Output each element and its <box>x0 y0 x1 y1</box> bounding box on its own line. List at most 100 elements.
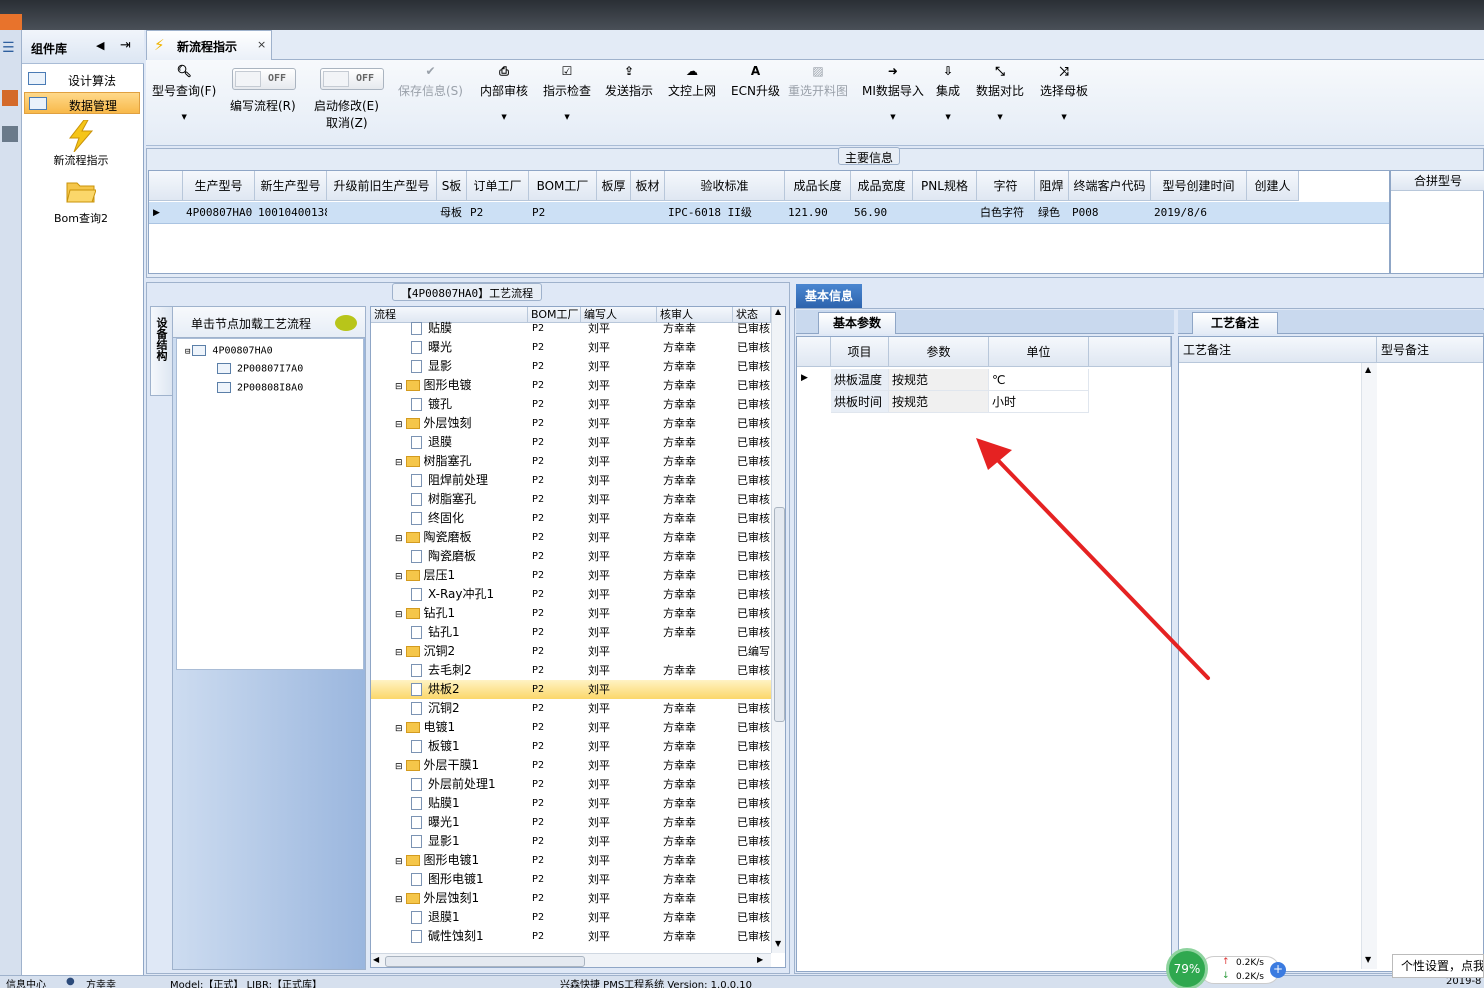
collapse-icon[interactable]: ⊟ <box>395 762 403 772</box>
col-header[interactable]: 成品长度 <box>785 171 851 201</box>
col-header[interactable]: 阻焊 <box>1035 171 1069 201</box>
table-row[interactable]: ⊟ 树脂塞孔 P2 刘平 方幸幸 已审核 <box>371 452 771 471</box>
col-header[interactable]: 终端客户代码 <box>1069 171 1151 201</box>
table-row[interactable]: 贴膜1 P2 刘平 方幸幸 已审核 <box>371 794 771 813</box>
table-row[interactable]: 外层前处理1 P2 刘平 方幸幸 已审核 <box>371 775 771 794</box>
collapse-icon[interactable]: ⊟ <box>395 534 403 544</box>
col-header[interactable]: 字符 <box>977 171 1035 201</box>
send-instruction-button[interactable]: ⇪ 发送指示 <box>605 64 653 99</box>
param-value-cell[interactable]: 按规范 <box>889 369 989 391</box>
integrate-button[interactable]: ⇩ 集成 ▼ <box>936 64 960 121</box>
reselect-drawing-button[interactable]: ▨ 重选开料图 <box>788 64 848 99</box>
tab-equipment-structure[interactable]: 设备结构 <box>150 306 172 396</box>
menu-icon[interactable]: ☰ <box>2 40 18 56</box>
collapse-icon[interactable]: ⊟ <box>395 895 403 905</box>
table-cell[interactable]: P2 <box>467 202 529 224</box>
close-icon[interactable]: × <box>257 38 266 51</box>
col-header[interactable]: PNL规格 <box>913 171 977 201</box>
collapse-icon[interactable]: ⊟ <box>395 572 403 582</box>
chat-bubble-icon[interactable] <box>335 315 357 331</box>
instruction-check-button[interactable]: ☑ 指示检查 ▼ <box>543 64 591 121</box>
table-cell[interactable] <box>631 202 665 224</box>
ecn-upgrade-button[interactable]: A ECN升级 <box>731 64 780 99</box>
col-header-unit[interactable]: 单位 <box>989 337 1089 367</box>
tab-basic-info[interactable]: 基本信息 <box>796 284 862 308</box>
collapse-icon[interactable]: ⊟ <box>395 420 403 430</box>
table-row[interactable]: ⊟ 层压1 P2 刘平 方幸幸 已审核 <box>371 566 771 585</box>
enable-modify-toggle[interactable]: OFF <box>320 68 384 90</box>
save-info-button[interactable]: ✔ 保存信息(S) <box>398 64 463 99</box>
param-value-cell[interactable]: 按规范 <box>889 391 989 413</box>
table-row[interactable]: 沉铜2 P2 刘平 方幸幸 已审核 <box>371 699 771 718</box>
table-row[interactable]: X-Ray冲孔1 P2 刘平 方幸幸 已审核 <box>371 585 771 604</box>
col-header[interactable]: BOM工厂 <box>529 171 597 201</box>
pin-icon[interactable]: ⇥ <box>120 38 131 53</box>
table-row[interactable]: ⊟ 外层干膜1 P2 刘平 方幸幸 已审核 <box>371 756 771 775</box>
table-row[interactable]: 树脂塞孔 P2 刘平 方幸幸 已审核 <box>371 490 771 509</box>
collapse-icon[interactable]: ⊟ <box>395 610 403 620</box>
mi-import-button[interactable]: ➜ MI数据导入 ▼ <box>862 64 924 121</box>
table-row[interactable]: ⊟ 钻孔1 P2 刘平 方幸幸 已审核 <box>371 604 771 623</box>
scroll-up-icon[interactable]: ▲ <box>1365 365 1371 374</box>
table-cell[interactable]: P008 <box>1069 202 1151 224</box>
tool-new-process-instruction[interactable]: 新流程指示 <box>22 118 140 168</box>
cancel-button[interactable]: 取消(Z) <box>326 114 368 131</box>
table-row[interactable]: 去毛刺2 P2 刘平 方幸幸 已审核 <box>371 661 771 680</box>
table-row[interactable]: 曝光 P2 刘平 方幸幸 已审核 <box>371 338 771 357</box>
tree-node[interactable]: 2P00807I7A0 <box>217 363 303 375</box>
table-row[interactable]: 陶瓷磨板 P2 刘平 方幸幸 已审核 <box>371 547 771 566</box>
scroll-up-icon[interactable]: ▲ <box>775 307 781 316</box>
horizontal-scrollbar[interactable]: ◀ ▶ <box>371 953 771 967</box>
table-row[interactable]: ⊟ 沉铜2 P2 刘平 已编写 <box>371 642 771 661</box>
table-row[interactable]: 退膜1 P2 刘平 方幸幸 已审核 <box>371 908 771 927</box>
tab-basic-params[interactable]: 基本参数 <box>818 312 896 334</box>
table-row[interactable]: 板镀1 P2 刘平 方幸幸 已审核 <box>371 737 771 756</box>
col-header[interactable]: 订单工厂 <box>467 171 529 201</box>
table-cell[interactable]: P2 <box>529 202 597 224</box>
col-header[interactable]: 板材 <box>631 171 665 201</box>
param-item-cell[interactable]: 烘板温度 <box>831 369 889 391</box>
lib-item-design-algorithm[interactable]: 设计算法 <box>24 68 140 90</box>
table-row[interactable]: 碱性蚀刻1 P2 刘平 方幸幸 已审核 <box>371 927 771 946</box>
col-header[interactable]: 成品宽度 <box>851 171 913 201</box>
table-row[interactable]: 图形电镀1 P2 刘平 方幸幸 已审核 <box>371 870 771 889</box>
internal-review-button[interactable]: ⎙ 内部审核 ▼ <box>480 64 528 121</box>
note-scrollbar[interactable]: ▲ ▼ <box>1361 363 1377 969</box>
col-header[interactable]: 升级前旧生产型号 <box>327 171 437 201</box>
table-cell[interactable]: 4P00807HA0 <box>183 202 255 224</box>
tab-process-notes[interactable]: 工艺备注 <box>1192 312 1278 334</box>
print-icon[interactable] <box>2 126 18 142</box>
table-cell[interactable]: 10010400138212 <box>255 202 327 224</box>
table-cell[interactable]: IPC-6018 II级 <box>665 202 785 224</box>
collapse-icon[interactable]: ⊟ <box>395 458 403 468</box>
table-row[interactable]: 阻焊前处理 P2 刘平 方幸幸 已审核 <box>371 471 771 490</box>
scroll-thumb[interactable] <box>774 507 785 722</box>
table-row[interactable]: ⊟ 陶瓷磨板 P2 刘平 方幸幸 已审核 <box>371 528 771 547</box>
collapse-icon[interactable]: ⊟ <box>395 382 403 392</box>
doc-upload-button[interactable]: ☁ 文控上网 <box>668 64 716 99</box>
plus-icon[interactable]: + <box>1270 962 1286 978</box>
table-row[interactable]: 镀孔 P2 刘平 方幸幸 已审核 <box>371 395 771 414</box>
tool-bom-query[interactable]: Bom查询2 <box>22 176 140 226</box>
table-row[interactable]: 退膜 P2 刘平 方幸幸 已审核 <box>371 433 771 452</box>
table-row[interactable]: 烘板2 P2 刘平 <box>371 680 771 699</box>
tab-new-process-instruction[interactable]: ⚡ 新流程指示 × <box>146 30 272 60</box>
collapse-icon[interactable]: ⊟ <box>395 857 403 867</box>
table-cell[interactable]: 母板 <box>437 202 467 224</box>
table-row[interactable]: 显影1 P2 刘平 方幸幸 已审核 <box>371 832 771 851</box>
select-master-button[interactable]: ⤨ 选择母板 ▼ <box>1040 64 1088 121</box>
scroll-right-icon[interactable]: ▶ <box>757 955 763 964</box>
query-model-button[interactable]: 🔍︎ 型号查询(F) ▼ <box>152 64 216 121</box>
collapse-left-icon[interactable]: ◀ <box>96 39 104 52</box>
table-row[interactable]: 终固化 P2 刘平 方幸幸 已审核 <box>371 509 771 528</box>
table-cell[interactable] <box>1247 202 1299 224</box>
col-header-param[interactable]: 参数 <box>889 337 989 367</box>
data-compare-button[interactable]: ⤡ 数据对比 ▼ <box>976 64 1024 121</box>
table-cell[interactable]: 绿色 <box>1035 202 1069 224</box>
scroll-thumb[interactable] <box>385 956 585 967</box>
table-row[interactable]: ⊟ 外层蚀刻1 P2 刘平 方幸幸 已审核 <box>371 889 771 908</box>
param-unit-cell[interactable]: ℃ <box>989 369 1089 391</box>
table-cell[interactable]: 56.90 <box>851 202 913 224</box>
collapse-icon[interactable]: ⊟ <box>185 347 190 357</box>
table-cell[interactable] <box>327 202 437 224</box>
